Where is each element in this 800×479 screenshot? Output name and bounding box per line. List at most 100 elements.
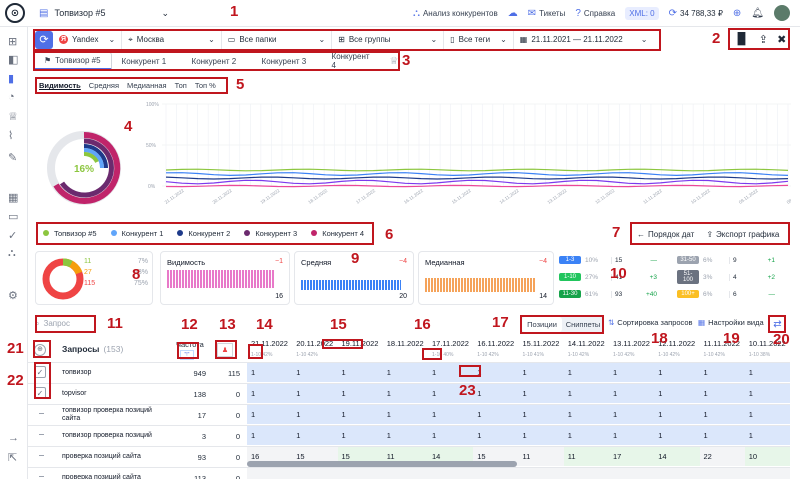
tickets-link[interactable]: ✉ Тикеты [528,8,566,19]
position-cell[interactable]: 1 [338,363,383,382]
position-cell[interactable]: 1 [338,405,383,424]
table-row[interactable]: проверка позиций сайта 113 0 [28,467,790,479]
position-cell[interactable]: 1 [473,405,518,424]
sort-queries-button[interactable]: ⇅ Сортировка запросов [608,318,693,327]
query-text[interactable]: проверка позиций сайта [62,453,172,461]
position-cell[interactable]: 1 [654,426,699,445]
position-cell[interactable]: 14 [654,447,700,466]
position-cell[interactable]: 1 [700,405,745,424]
position-cell[interactable]: 1 [700,426,745,445]
position-cell[interactable]: 1 [745,426,790,445]
position-cell[interactable]: 1 [654,363,699,382]
projects-icon[interactable]: ⊞ [8,35,17,48]
inbox-icon[interactable]: ▭ [8,210,18,223]
position-cell[interactable]: 1 [609,426,654,445]
avatar[interactable] [774,5,790,21]
position-cell[interactable] [519,468,564,479]
position-cell[interactable]: 1 [473,384,518,403]
position-cell[interactable]: 1 [247,405,292,424]
position-cell[interactable] [473,468,518,479]
calendar-icon[interactable]: ▦ [8,191,18,204]
position-cell[interactable] [428,468,473,479]
table-row[interactable]: топвизор проверка позиций сайта 17 0 1 1 1 1 1 1… [28,404,790,424]
balance[interactable]: ⟳ 34 788,33 ₽ [669,8,723,19]
external-link-icon[interactable]: ⇱ [8,451,17,464]
position-cell[interactable]: 1 [292,426,337,445]
position-cell[interactable] [700,468,745,479]
row-checkbox[interactable] [39,476,44,477]
view-settings-button[interactable]: ▦ Настройки вида [698,318,764,327]
position-cell[interactable]: 11 [563,447,609,466]
positions-icon[interactable]: ▮ [8,72,14,85]
bell-icon[interactable]: 🔔︎ [751,8,764,19]
position-cell[interactable] [383,468,428,479]
upload-button[interactable]: ☁ [508,8,518,19]
query-text[interactable]: topvisor [62,390,172,398]
project-selector[interactable]: ▤ Топвизор #5 ⌄ [39,8,169,19]
position-cell[interactable]: 1 [654,384,699,403]
position-cell[interactable]: 1 [428,426,473,445]
position-cell[interactable]: 1 [338,384,383,403]
layers-icon[interactable]: ◧ [8,53,18,66]
position-cell[interactable]: 1 [292,384,337,403]
position-cell[interactable]: 1 [564,363,609,382]
position-cell[interactable]: 1 [519,405,564,424]
row-checkbox[interactable] [39,434,44,435]
position-cell[interactable]: 11 [519,447,564,466]
position-cell[interactable]: 1 [383,384,428,403]
position-cell[interactable]: 22 [700,447,745,466]
date-column-header[interactable]: 14.11.2022 [568,339,618,348]
query-text[interactable]: топвизор [62,369,172,377]
date-column-header[interactable]: 18.11.2022 [387,339,437,348]
position-cell[interactable]: 1 [473,426,518,445]
competitors-analysis-link[interactable]: ⛬ Анализ конкурентов [413,8,498,19]
position-cell[interactable]: 1 [519,363,564,382]
row-checkbox[interactable] [39,413,44,414]
position-cell[interactable]: 1 [247,426,292,445]
position-cell[interactable]: 1 [609,363,654,382]
position-cell[interactable]: 1 [700,363,745,382]
table-row[interactable]: ✓ topvisor 138 0 1 1 1 1 1 1 1 1 1 1 1 1 [28,383,790,403]
position-cell[interactable]: 1 [519,426,564,445]
help-link[interactable]: ? Справка [575,8,615,19]
add-icon[interactable]: ⊕ [733,8,741,19]
position-cell[interactable]: 1 [745,363,790,382]
position-cell[interactable] [292,468,337,479]
position-cell[interactable]: 1 [247,363,292,382]
position-cell[interactable]: 1 [745,405,790,424]
position-cell[interactable]: 1 [745,384,790,403]
query-text[interactable]: проверка позиций сайта [62,474,172,479]
trophy-icon[interactable]: ♕ [8,110,18,123]
analytics-icon[interactable]: ⌇ [8,129,13,142]
query-text[interactable]: топвизор проверка позиций сайта [62,407,172,423]
sitemap-icon[interactable]: ⛬ [8,247,16,260]
position-cell[interactable]: 1 [564,426,609,445]
position-cell[interactable]: 1 [654,405,699,424]
position-cell[interactable]: 1 [383,405,428,424]
position-cell[interactable]: 1 [609,405,654,424]
date-column-header[interactable]: 15.11.2022 [523,339,573,348]
position-cell[interactable]: 1 [247,384,292,403]
position-cell[interactable]: 1 [519,384,564,403]
position-cell[interactable] [745,468,790,479]
position-cell[interactable]: 1 [700,384,745,403]
gear-icon[interactable]: ⚙ [8,289,18,302]
date-column-header[interactable]: 16.11.2022 [477,339,527,348]
position-cell[interactable]: 1 [292,405,337,424]
position-cell[interactable]: 17 [609,447,655,466]
position-cell[interactable]: 1 [564,384,609,403]
query-text[interactable]: топвизор проверка позиций [62,432,172,440]
table-row[interactable]: топвизор проверка позиций 3 0 1 1 1 1 1 1 1 1 1 1 1 1 [28,425,790,445]
date-column-header[interactable]: 17.11.2022 [432,339,482,348]
position-cell[interactable] [564,468,609,479]
position-cell[interactable]: 1 [383,426,428,445]
arrow-right-icon[interactable]: → [8,432,19,444]
position-cell[interactable]: 1 [292,363,337,382]
logo-icon[interactable]: ⊙ [5,3,25,23]
position-cell[interactable] [247,468,292,479]
position-cell[interactable] [654,468,699,479]
position-cell[interactable] [609,468,654,479]
row-checkbox[interactable] [39,455,44,456]
xml-counter[interactable]: XML: 0 [625,6,659,20]
position-cell[interactable]: 1 [383,363,428,382]
